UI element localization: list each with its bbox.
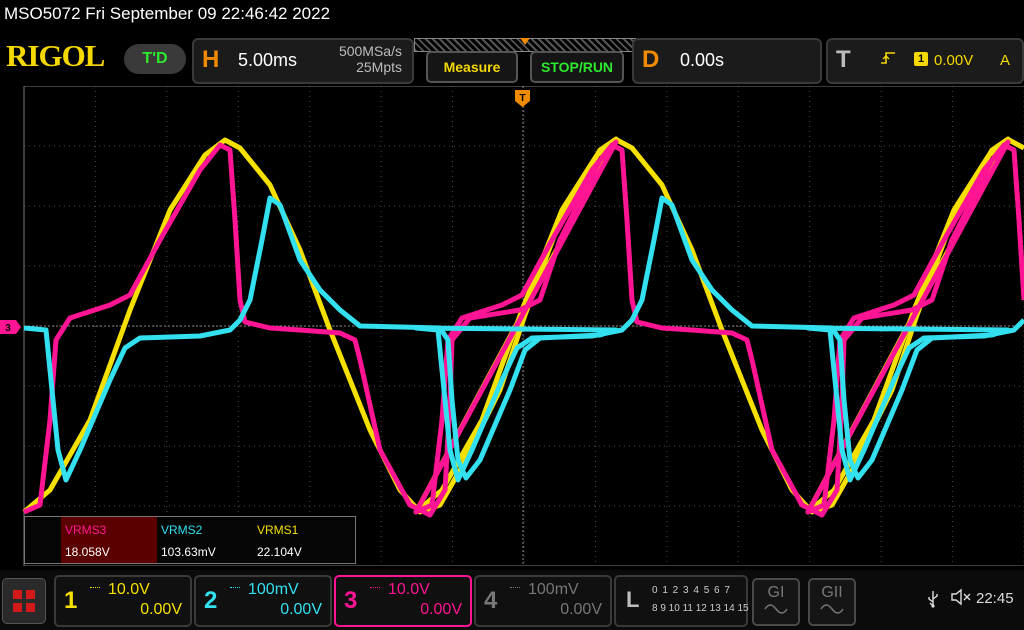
channel-scale: 10.0V — [388, 581, 430, 598]
trigger-marker-label: T — [519, 93, 525, 104]
channel-3-offset-marker: 3 — [0, 320, 21, 334]
stop-run-button[interactable]: STOP/RUN — [530, 51, 624, 83]
channel-1-box[interactable]: 1 10.0V 0.00V — [54, 575, 192, 627]
ch3-marker-label: 3 — [5, 323, 11, 334]
dc-coupling-icon — [230, 587, 240, 591]
channel-number: 3 — [344, 587, 358, 614]
rigol-logo: RIGOL — [6, 38, 105, 73]
channel-scale: 100mV — [528, 581, 579, 598]
dc-coupling-icon — [90, 587, 100, 591]
speaker-mute-icon[interactable] — [950, 588, 972, 611]
waveform-display[interactable]: T 3 — [0, 86, 1024, 566]
logic-channels-row2: 8 9 10 11 12 13 14 15 — [652, 603, 749, 614]
memory-depth: 25Mpts — [356, 59, 402, 75]
trigger-position-marker: T — [515, 90, 530, 107]
sample-rate: 500MSa/s — [338, 43, 402, 59]
channel-2-box[interactable]: 2 100mV 0.00V — [194, 575, 332, 627]
channel-scale: 100mV — [248, 581, 299, 598]
sine-wave-icon — [820, 604, 844, 614]
window-title: MSO5072 Fri September 09 22:46:42 2022 — [4, 4, 331, 23]
logic-label: L — [626, 587, 640, 612]
trigger-mode: A — [1000, 52, 1011, 69]
channel-offset: 0.00V — [420, 601, 462, 618]
dc-coupling-icon — [510, 587, 520, 591]
channel-3-box[interactable]: 3 10.0V 0.00V — [334, 575, 472, 627]
channel-offset: 0.00V — [560, 601, 602, 618]
generator-label: GII — [821, 584, 843, 601]
rising-edge-icon — [880, 50, 896, 71]
trigger-source-badge: 1 — [914, 52, 928, 66]
channel-offset: 0.00V — [140, 601, 182, 618]
clock: 22:45 — [976, 590, 1014, 607]
measure-button[interactable]: Measure — [426, 51, 518, 83]
trigger-status-badge: T'D — [124, 44, 186, 74]
memory-position-marker — [520, 38, 530, 45]
graticule-grid — [23, 86, 1024, 566]
measurement-table[interactable]: VRMS3 18.058V VRMS2 103.63mV VRMS1 22.10… — [24, 516, 356, 564]
delay-value: 0.00s — [680, 50, 725, 70]
measurement-label: VRMS3 — [65, 523, 107, 537]
channel-offset: 0.00V — [280, 601, 322, 618]
channel-scale: 10.0V — [108, 581, 150, 598]
channel-number: 2 — [204, 587, 218, 614]
delay-label: D — [642, 46, 660, 73]
generator-2-button[interactable]: GII — [808, 578, 856, 626]
measurement-label: VRMS2 — [161, 523, 203, 537]
measurement-label: VRMS1 — [257, 523, 299, 537]
logic-analyzer-box[interactable]: L 0 1 2 3 4 5 6 7 8 9 10 11 12 13 14 15 — [614, 575, 749, 627]
channel-2-waveform — [23, 195, 1024, 483]
horizontal-label: H — [202, 46, 220, 73]
timebase-value: 5.00ms — [238, 50, 298, 70]
measurement-value: 18.058V — [65, 545, 110, 559]
sine-wave-icon — [764, 604, 788, 614]
usb-icon — [926, 590, 940, 613]
delay-panel[interactable]: D 0.00s — [632, 38, 822, 84]
measurement-value: 22.104V — [257, 545, 302, 559]
generator-1-button[interactable]: GI — [752, 578, 800, 626]
dc-coupling-icon — [370, 587, 380, 591]
channel-4-box[interactable]: 4 100mV 0.00V — [474, 575, 612, 627]
trigger-label: T — [836, 46, 851, 73]
horizontal-panel[interactable]: H 5.00ms 500MSa/s 25Mpts — [192, 38, 414, 84]
channel-number: 1 — [64, 587, 78, 614]
channel-number: 4 — [484, 587, 498, 614]
trigger-panel[interactable]: T 1 0.00V A — [826, 38, 1024, 84]
logic-channels-row1: 0 1 2 3 4 5 6 7 — [652, 585, 731, 596]
generator-label: GI — [767, 584, 785, 601]
menu-icon[interactable] — [2, 578, 46, 624]
trigger-level: 0.00V — [934, 52, 974, 69]
measurement-value: 103.63mV — [161, 545, 216, 559]
